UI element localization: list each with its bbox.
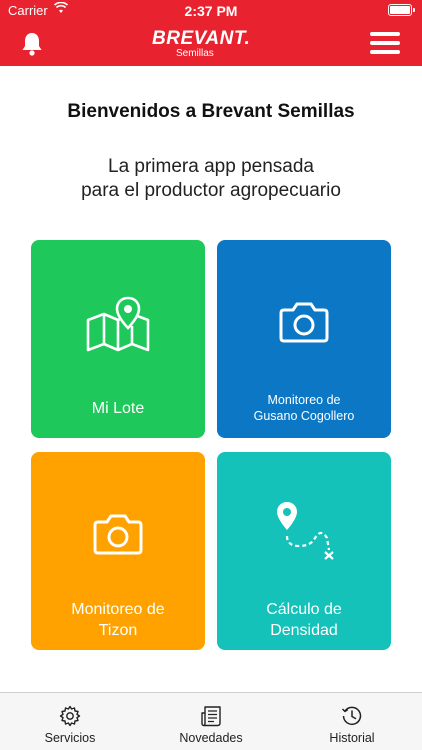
- tile-gusano-label: Monitoreo de Gusano Cogollero: [217, 392, 391, 424]
- tab-historial[interactable]: Historial: [282, 693, 422, 750]
- camera-icon: [93, 514, 143, 555]
- camera-icon: [279, 302, 329, 343]
- tile-mi-lote[interactable]: Mi Lote: [31, 240, 205, 438]
- hamburger-menu-icon[interactable]: [370, 32, 400, 56]
- app-header: BREVANT. Semillas: [0, 22, 422, 66]
- news-icon: [201, 706, 221, 727]
- history-icon: [341, 706, 362, 725]
- tile-mi-lote-label: Mi Lote: [31, 398, 205, 419]
- tagline: La primera app pensada para el productor…: [0, 155, 422, 203]
- logo-brand-text: BREVANT.: [152, 28, 251, 49]
- battery-icon: [388, 4, 415, 16]
- tab-historial-label: Historial: [329, 731, 375, 745]
- gear-icon: [59, 705, 81, 727]
- tab-servicios[interactable]: Servicios: [0, 693, 140, 750]
- bottom-tab-bar: Servicios Novedades Historial: [0, 692, 422, 750]
- brevant-logo: BREVANT. Semillas: [150, 26, 280, 62]
- status-bar: Carrier 2:37 PM: [0, 0, 422, 22]
- tile-tizon-line-2: Tizon: [98, 622, 138, 639]
- map-pin-icon: [86, 296, 150, 352]
- tile-tizon-label: Monitoreo de Tizon: [31, 599, 205, 641]
- tile-mi-lote-line-1: Mi Lote: [91, 400, 145, 417]
- tile-tizon-line-1: Monitoreo de: [71, 601, 165, 618]
- tagline-line-1: La primera app pensada: [108, 156, 314, 177]
- tile-gusano-line-2: Gusano Cogollero: [253, 409, 355, 423]
- tile-calculo-densidad[interactable]: Cálculo de Densidad: [217, 452, 391, 650]
- logo-subbrand-text: Semillas: [176, 48, 214, 59]
- tab-servicios-label: Servicios: [44, 731, 96, 745]
- tile-densidad-line-1: Cálculo de: [266, 601, 342, 618]
- tagline-line-2: para el productor agropecuario: [81, 180, 341, 201]
- tab-novedades-label: Novedades: [179, 731, 243, 745]
- tile-gusano-line-1: Monitoreo de: [267, 393, 341, 407]
- tile-monitoreo-gusano-cogollero[interactable]: Monitoreo de Gusano Cogollero: [217, 240, 391, 438]
- tile-densidad-line-2: Densidad: [270, 622, 338, 639]
- tile-monitoreo-tizon[interactable]: Monitoreo de Tizon: [31, 452, 205, 650]
- bell-icon[interactable]: [20, 31, 44, 57]
- tab-novedades[interactable]: Novedades: [141, 693, 281, 750]
- tile-densidad-label: Cálculo de Densidad: [217, 599, 391, 641]
- welcome-title: Bienvenidos a Brevant Semillas: [67, 101, 355, 122]
- status-time: 2:37 PM: [184, 3, 238, 19]
- route-icon: [277, 502, 334, 560]
